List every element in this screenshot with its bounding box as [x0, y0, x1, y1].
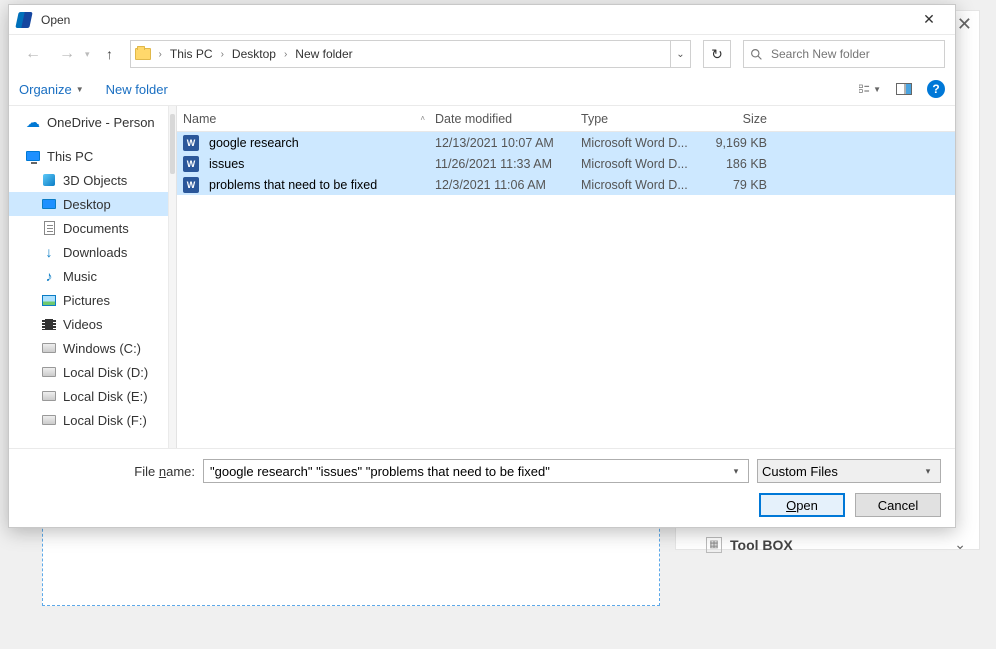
- nav-thispc[interactable]: This PC: [9, 144, 168, 168]
- cancel-button[interactable]: Cancel: [855, 493, 941, 517]
- open-file-dialog: Open ✕ ← → ▾ ↑ › This PC › Desktop › New…: [8, 4, 956, 528]
- nav-3d-objects[interactable]: 3D Objects: [9, 168, 168, 192]
- file-type: Microsoft Word D...: [581, 157, 699, 171]
- file-date: 11/26/2021 11:33 AM: [435, 157, 581, 171]
- titlebar: Open ✕: [9, 5, 955, 35]
- file-type: Microsoft Word D...: [581, 136, 699, 150]
- dialog-footer: File name: ▾ Custom Files ▾ Open Cancel: [9, 448, 955, 527]
- main-area: ☁OneDrive - Person This PC 3D Objects De…: [9, 105, 955, 448]
- nav-documents[interactable]: Documents: [9, 216, 168, 240]
- organize-menu[interactable]: Organize▼: [19, 82, 84, 97]
- folder-icon: [135, 48, 151, 60]
- navigation-row: ← → ▾ ↑ › This PC › Desktop › New folder…: [9, 35, 955, 73]
- chevron-right-icon[interactable]: ›: [219, 49, 226, 60]
- filter-label: Custom Files: [762, 464, 920, 479]
- address-history-dropdown[interactable]: ⌄: [670, 41, 690, 67]
- column-headers: Name˄ Date modified Type Size: [177, 106, 955, 132]
- file-type: Microsoft Word D...: [581, 178, 699, 192]
- download-icon: ↓: [41, 244, 57, 260]
- breadcrumb-thispc[interactable]: This PC: [164, 41, 219, 67]
- dialog-title: Open: [41, 13, 70, 27]
- forward-button: →: [53, 41, 81, 67]
- breadcrumb-newfolder[interactable]: New folder: [289, 41, 358, 67]
- disk-icon: [41, 340, 57, 356]
- file-date: 12/3/2021 11:06 AM: [435, 178, 581, 192]
- file-size: 79 KB: [699, 178, 777, 192]
- file-row[interactable]: issues 11/26/2021 11:33 AMMicrosoft Word …: [177, 153, 955, 174]
- close-button[interactable]: ✕: [909, 6, 949, 34]
- file-date: 12/13/2021 10:07 AM: [435, 136, 581, 150]
- preview-pane-toggle[interactable]: [893, 78, 915, 100]
- nav-desktop[interactable]: Desktop: [9, 192, 168, 216]
- splitter[interactable]: [169, 106, 177, 448]
- toolbox-header[interactable]: ▦ Tool BOX ⌄: [706, 536, 966, 553]
- search-input[interactable]: [769, 46, 938, 62]
- pc-icon: [25, 148, 41, 164]
- view-options[interactable]: ▼: [859, 78, 881, 100]
- address-bar[interactable]: › This PC › Desktop › New folder ⌄: [130, 40, 691, 68]
- background-close-icon[interactable]: ✕: [957, 14, 972, 35]
- toolbox-icon: ▦: [706, 537, 722, 553]
- filetype-filter[interactable]: Custom Files ▾: [757, 459, 941, 483]
- nav-disk-d[interactable]: Local Disk (D:): [9, 360, 168, 384]
- music-icon: ♪: [41, 268, 57, 284]
- col-size-header[interactable]: Size: [699, 112, 777, 126]
- search-box[interactable]: [743, 40, 945, 68]
- breadcrumb-desktop[interactable]: Desktop: [226, 41, 282, 67]
- file-list-pane: Name˄ Date modified Type Size google res…: [177, 106, 955, 448]
- app-icon: [17, 12, 33, 28]
- filename-label: File name:: [9, 464, 195, 479]
- file-list[interactable]: google research12/13/2021 10:07 AMMicros…: [177, 132, 955, 195]
- word-doc-icon: [183, 177, 199, 193]
- disk-icon: [41, 364, 57, 380]
- file-row[interactable]: problems that need to be fixed 12/3/2021 …: [177, 174, 955, 195]
- recent-locations-dropdown[interactable]: ▾: [85, 49, 90, 60]
- disk-icon: [41, 412, 57, 428]
- file-name: issues: [209, 157, 244, 171]
- chevron-down-icon[interactable]: ⌄: [954, 536, 966, 553]
- chevron-right-icon[interactable]: ›: [157, 49, 164, 60]
- col-type-header[interactable]: Type: [581, 112, 699, 126]
- help-button[interactable]: ?: [927, 80, 945, 98]
- file-name: problems that need to be fixed: [209, 178, 377, 192]
- nav-videos[interactable]: Videos: [9, 312, 168, 336]
- nav-disk-e[interactable]: Local Disk (E:): [9, 384, 168, 408]
- search-icon: [750, 48, 763, 61]
- new-folder-button[interactable]: New folder: [106, 82, 168, 97]
- nav-pictures[interactable]: Pictures: [9, 288, 168, 312]
- word-doc-icon: [183, 156, 199, 172]
- video-icon: [41, 316, 57, 332]
- col-name-header[interactable]: Name˄: [183, 112, 435, 126]
- sort-indicator-icon: ˄: [420, 114, 425, 123]
- picture-icon: [41, 292, 57, 308]
- chevron-right-icon[interactable]: ›: [282, 49, 289, 60]
- filter-dropdown-icon[interactable]: ▾: [920, 466, 936, 477]
- filename-input[interactable]: [208, 463, 728, 480]
- open-button[interactable]: Open: [759, 493, 845, 517]
- cube-icon: [41, 172, 57, 188]
- nav-downloads[interactable]: ↓Downloads: [9, 240, 168, 264]
- nav-disk-f[interactable]: Local Disk (F:): [9, 408, 168, 432]
- desktop-icon: [41, 196, 57, 212]
- file-row[interactable]: google research 12/13/2021 10:07 AMMicros…: [177, 132, 955, 153]
- navigation-tree[interactable]: ☁OneDrive - Person This PC 3D Objects De…: [9, 106, 169, 448]
- file-name: google research: [209, 136, 299, 150]
- up-button[interactable]: ↑: [96, 41, 124, 67]
- toolbar: Organize▼ New folder ▼ ?: [9, 73, 955, 105]
- document-icon: [41, 220, 57, 236]
- refresh-button[interactable]: ↻: [703, 40, 731, 68]
- nav-onedrive[interactable]: ☁OneDrive - Person: [9, 110, 168, 134]
- filename-combo[interactable]: ▾: [203, 459, 749, 483]
- toolbox-label: Tool BOX: [730, 537, 793, 553]
- file-size: 186 KB: [699, 157, 777, 171]
- filename-dropdown-icon[interactable]: ▾: [728, 466, 744, 477]
- cloud-icon: ☁: [25, 114, 41, 130]
- nav-music[interactable]: ♪Music: [9, 264, 168, 288]
- col-date-header[interactable]: Date modified: [435, 112, 581, 126]
- nav-disk-c[interactable]: Windows (C:): [9, 336, 168, 360]
- disk-icon: [41, 388, 57, 404]
- word-doc-icon: [183, 135, 199, 151]
- back-button[interactable]: ←: [19, 41, 47, 67]
- file-size: 9,169 KB: [699, 136, 777, 150]
